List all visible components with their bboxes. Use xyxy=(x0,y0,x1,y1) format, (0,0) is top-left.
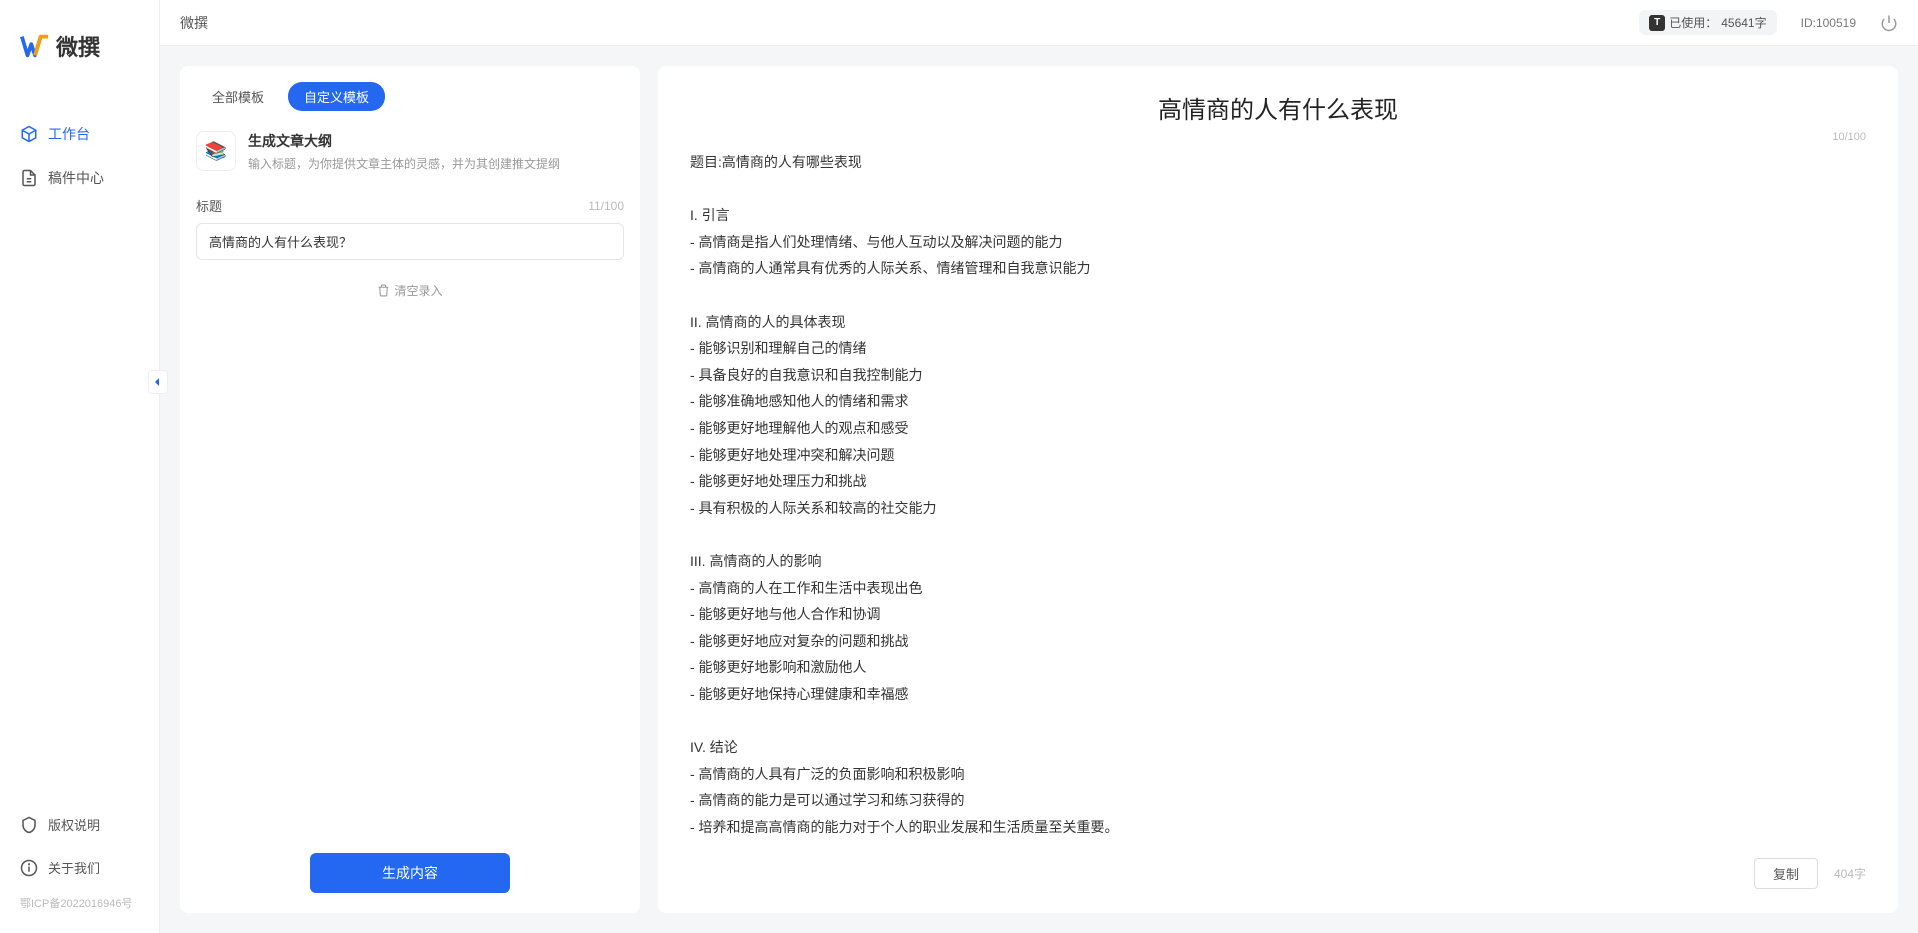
breadcrumb: 微撰 xyxy=(180,13,208,33)
sidebar: 微撰 工作台 稿件中心 版权说明 关于我们 鄂ICP备2022016946号 xyxy=(0,0,160,933)
title-input[interactable] xyxy=(196,223,624,260)
template-info: 生成文章大纲 输入标题，为你提供文章主体的灵感，并为其创建推文提纲 xyxy=(248,131,560,172)
cube-icon xyxy=(20,125,38,143)
usage-badge[interactable]: T 已使用： 45641字 xyxy=(1639,10,1776,35)
logo-icon xyxy=(20,31,50,61)
template-desc: 输入标题，为你提供文章主体的灵感，并为其创建推文提纲 xyxy=(248,155,560,172)
trash-icon xyxy=(377,284,390,297)
generate-button[interactable]: 生成内容 xyxy=(310,853,510,893)
info-icon xyxy=(20,859,38,877)
form-area: 标题 11/100 清空录入 xyxy=(180,188,640,307)
title-char-count: 11/100 xyxy=(588,199,624,213)
logo-text: 微撰 xyxy=(56,30,100,62)
logo: 微撰 xyxy=(0,0,159,82)
content: 全部模板 自定义模板 📚 生成文章大纲 输入标题，为你提供文章主体的灵感，并为其… xyxy=(160,46,1918,933)
input-panel: 全部模板 自定义模板 📚 生成文章大纲 输入标题，为你提供文章主体的灵感，并为其… xyxy=(180,66,640,913)
tab-custom-templates[interactable]: 自定义模板 xyxy=(288,82,385,111)
word-count: 404字 xyxy=(1834,865,1866,882)
topbar: 微撰 T 已使用： 45641字 ID:100519 xyxy=(160,0,1918,46)
template-icon: 📚 xyxy=(196,131,236,171)
chevron-left-icon xyxy=(153,377,163,387)
nav-label: 工作台 xyxy=(48,124,90,144)
nav-item-drafts[interactable]: 稿件中心 xyxy=(0,156,159,200)
user-id: ID:100519 xyxy=(1801,14,1856,32)
nav-label: 版权说明 xyxy=(48,815,100,834)
title-label: 标题 xyxy=(196,196,222,215)
usage-value: 45641字 xyxy=(1721,14,1766,31)
usage-prefix: 已使用： xyxy=(1669,14,1717,31)
clear-label: 清空录入 xyxy=(394,282,442,299)
nav-label: 关于我们 xyxy=(48,858,100,877)
template-title: 生成文章大纲 xyxy=(248,131,560,151)
output-panel: 高情商的人有什么表现 10/100 题目:高情商的人有哪些表现 I. 引言 - … xyxy=(658,66,1898,913)
doc-title-count: 10/100 xyxy=(1832,131,1866,143)
copy-button[interactable]: 复制 xyxy=(1754,858,1818,889)
template-card: 📚 生成文章大纲 输入标题，为你提供文章主体的灵感，并为其创建推文提纲 xyxy=(180,119,640,188)
nav-item-about[interactable]: 关于我们 xyxy=(0,846,159,889)
doc-footer: 复制 404字 xyxy=(690,846,1866,889)
sidebar-bottom: 版权说明 关于我们 鄂ICP备2022016946号 xyxy=(0,803,159,933)
id-value: 100519 xyxy=(1816,16,1856,30)
topbar-right: T 已使用： 45641字 ID:100519 xyxy=(1639,10,1898,35)
icp-text: 鄂ICP备2022016946号 xyxy=(0,889,159,923)
tab-all-templates[interactable]: 全部模板 xyxy=(196,82,280,111)
nav-label: 稿件中心 xyxy=(48,168,104,188)
doc-body[interactable]: 题目:高情商的人有哪些表现 I. 引言 - 高情商是指人们处理情绪、与他人互动以… xyxy=(690,149,1866,846)
doc-header: 高情商的人有什么表现 10/100 xyxy=(690,90,1866,125)
doc-title[interactable]: 高情商的人有什么表现 xyxy=(1158,90,1398,125)
text-count-icon: T xyxy=(1649,15,1665,31)
main-nav: 工作台 稿件中心 xyxy=(0,82,159,803)
nav-item-workspace[interactable]: 工作台 xyxy=(0,112,159,156)
power-icon[interactable] xyxy=(1880,14,1898,32)
template-tabs: 全部模板 自定义模板 xyxy=(180,66,640,119)
document-icon xyxy=(20,169,38,187)
main: 微撰 T 已使用： 45641字 ID:100519 全部模板 自定义模板 xyxy=(160,0,1918,933)
shield-icon xyxy=(20,816,38,834)
sidebar-collapse-button[interactable] xyxy=(148,370,168,394)
id-label: ID: xyxy=(1801,16,1816,30)
clear-input-button[interactable]: 清空录入 xyxy=(196,282,624,299)
nav-item-copyright[interactable]: 版权说明 xyxy=(0,803,159,846)
